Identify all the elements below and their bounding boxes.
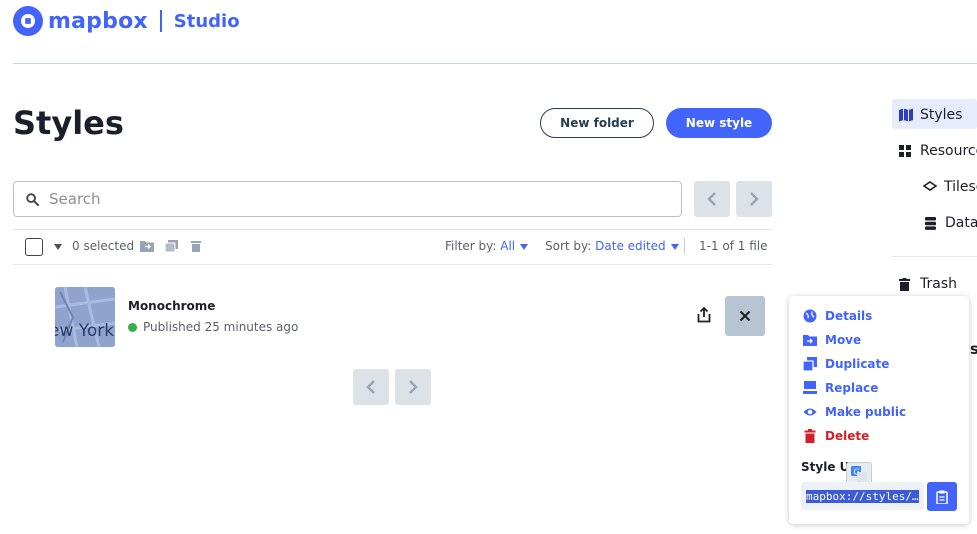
sidebar-divider <box>892 256 977 257</box>
close-menu-button[interactable] <box>725 296 765 336</box>
logo-divider <box>159 10 162 32</box>
menu-item-label: Details <box>825 309 873 323</box>
menu-item-label: Delete <box>825 429 870 443</box>
chevron-right-icon <box>409 380 418 394</box>
trash-icon <box>899 277 910 291</box>
sidebar-item-label: Trash <box>920 276 957 292</box>
sidebar-item-label: Resources <box>920 143 977 159</box>
trash-icon <box>804 429 816 443</box>
prev-page-button[interactable] <box>694 181 730 217</box>
toolbar-divider <box>684 238 685 254</box>
new-folder-button[interactable]: New folder <box>540 108 654 138</box>
thumbnail-label: ew York <box>55 321 115 341</box>
search-icon <box>26 192 39 206</box>
layers-icon <box>923 181 937 191</box>
menu-item-label: Duplicate <box>825 357 890 371</box>
style-name[interactable]: Monochrome <box>128 299 215 313</box>
sidebar-item-styles[interactable]: Styles <box>899 107 962 123</box>
menu-item-duplicate[interactable]: Duplicate <box>803 357 889 371</box>
style-status: Published 25 minutes ago <box>143 320 299 334</box>
menu-item-move[interactable]: Move <box>803 333 861 347</box>
sort-value[interactable]: Date edited <box>595 239 666 253</box>
duplicate-icon <box>803 357 817 371</box>
menu-item-replace[interactable]: Replace <box>803 381 878 395</box>
sort-label: Sort by: <box>545 239 592 253</box>
chevron-left-icon <box>707 192 716 206</box>
sidebar-item-tilesets[interactable]: Tilesets <box>923 179 977 195</box>
product-name: Studio <box>173 10 240 32</box>
filter-value[interactable]: All <box>500 239 515 253</box>
database-icon <box>925 216 936 230</box>
header-divider <box>13 63 977 64</box>
menu-item-delete[interactable]: Delete <box>803 429 869 443</box>
list-next-page-button[interactable] <box>395 369 431 405</box>
move-folder-icon <box>803 335 817 346</box>
menu-item-label: Make public <box>825 405 907 419</box>
filter-control[interactable]: Filter by: All <box>445 239 529 253</box>
trash-icon[interactable] <box>189 240 203 252</box>
share-icon[interactable] <box>695 306 713 324</box>
mapbox-logo-icon <box>13 6 43 36</box>
selected-count: 0 selected <box>72 239 135 253</box>
filter-caret-icon <box>520 243 529 250</box>
sort-control[interactable]: Sort by: Date edited <box>545 239 679 253</box>
mapbox-logo[interactable]: mapbox Studio <box>13 6 240 36</box>
menu-item-details[interactable]: Details <box>803 309 872 323</box>
duplicate-icon[interactable] <box>165 240 179 252</box>
sidebar-partial-heading: s <box>970 340 977 358</box>
sidebar-item-label: Tilesets <box>944 179 977 195</box>
menu-item-make-public[interactable]: Make public <box>803 405 906 419</box>
next-page-button[interactable] <box>736 181 772 217</box>
select-menu-caret-icon[interactable] <box>54 244 62 250</box>
menu-item-label: Move <box>825 333 862 347</box>
replace-icon <box>803 381 817 394</box>
sidebar-item-label: Datasets <box>945 215 977 231</box>
sidebar-item-datasets[interactable]: Datasets <box>925 215 977 231</box>
style-url-field[interactable]: mapbox://styles/… <box>801 482 924 510</box>
clipboard-icon <box>936 490 948 504</box>
globe-icon <box>803 309 817 323</box>
pagination-info: 1-1 of 1 file <box>699 239 768 253</box>
search-box[interactable] <box>13 181 682 217</box>
menu-item-label: Replace <box>825 381 879 395</box>
sidebar-item-trash[interactable]: Trash <box>899 276 957 292</box>
toolbar-top-divider <box>13 229 772 230</box>
style-url-value: mapbox://styles/… <box>806 489 919 503</box>
chevron-right-icon <box>750 192 759 206</box>
copy-url-button[interactable] <box>927 482 957 511</box>
toolbar-bottom-divider <box>13 264 772 265</box>
style-thumbnail[interactable]: ew York <box>55 287 115 347</box>
page-title: Styles <box>13 104 124 142</box>
close-icon <box>739 310 751 322</box>
list-prev-page-button[interactable] <box>353 369 389 405</box>
select-all-checkbox[interactable] <box>25 238 43 256</box>
search-input[interactable] <box>49 190 649 208</box>
style-actions-menu: Details Move Duplicate Replace Make publ… <box>789 296 969 524</box>
eye-icon <box>803 408 817 416</box>
move-folder-icon[interactable] <box>140 240 154 252</box>
published-status-dot <box>128 323 137 332</box>
sidebar-item-label: Styles <box>920 107 963 123</box>
filter-label: Filter by: <box>445 239 497 253</box>
brand-name: mapbox <box>48 8 148 34</box>
sort-caret-icon <box>670 243 679 250</box>
sidebar-item-resources[interactable]: Resources <box>899 143 977 159</box>
map-icon <box>899 108 913 122</box>
new-style-button[interactable]: New style <box>666 108 772 138</box>
chevron-left-icon <box>366 380 375 394</box>
grid-icon <box>899 144 911 157</box>
